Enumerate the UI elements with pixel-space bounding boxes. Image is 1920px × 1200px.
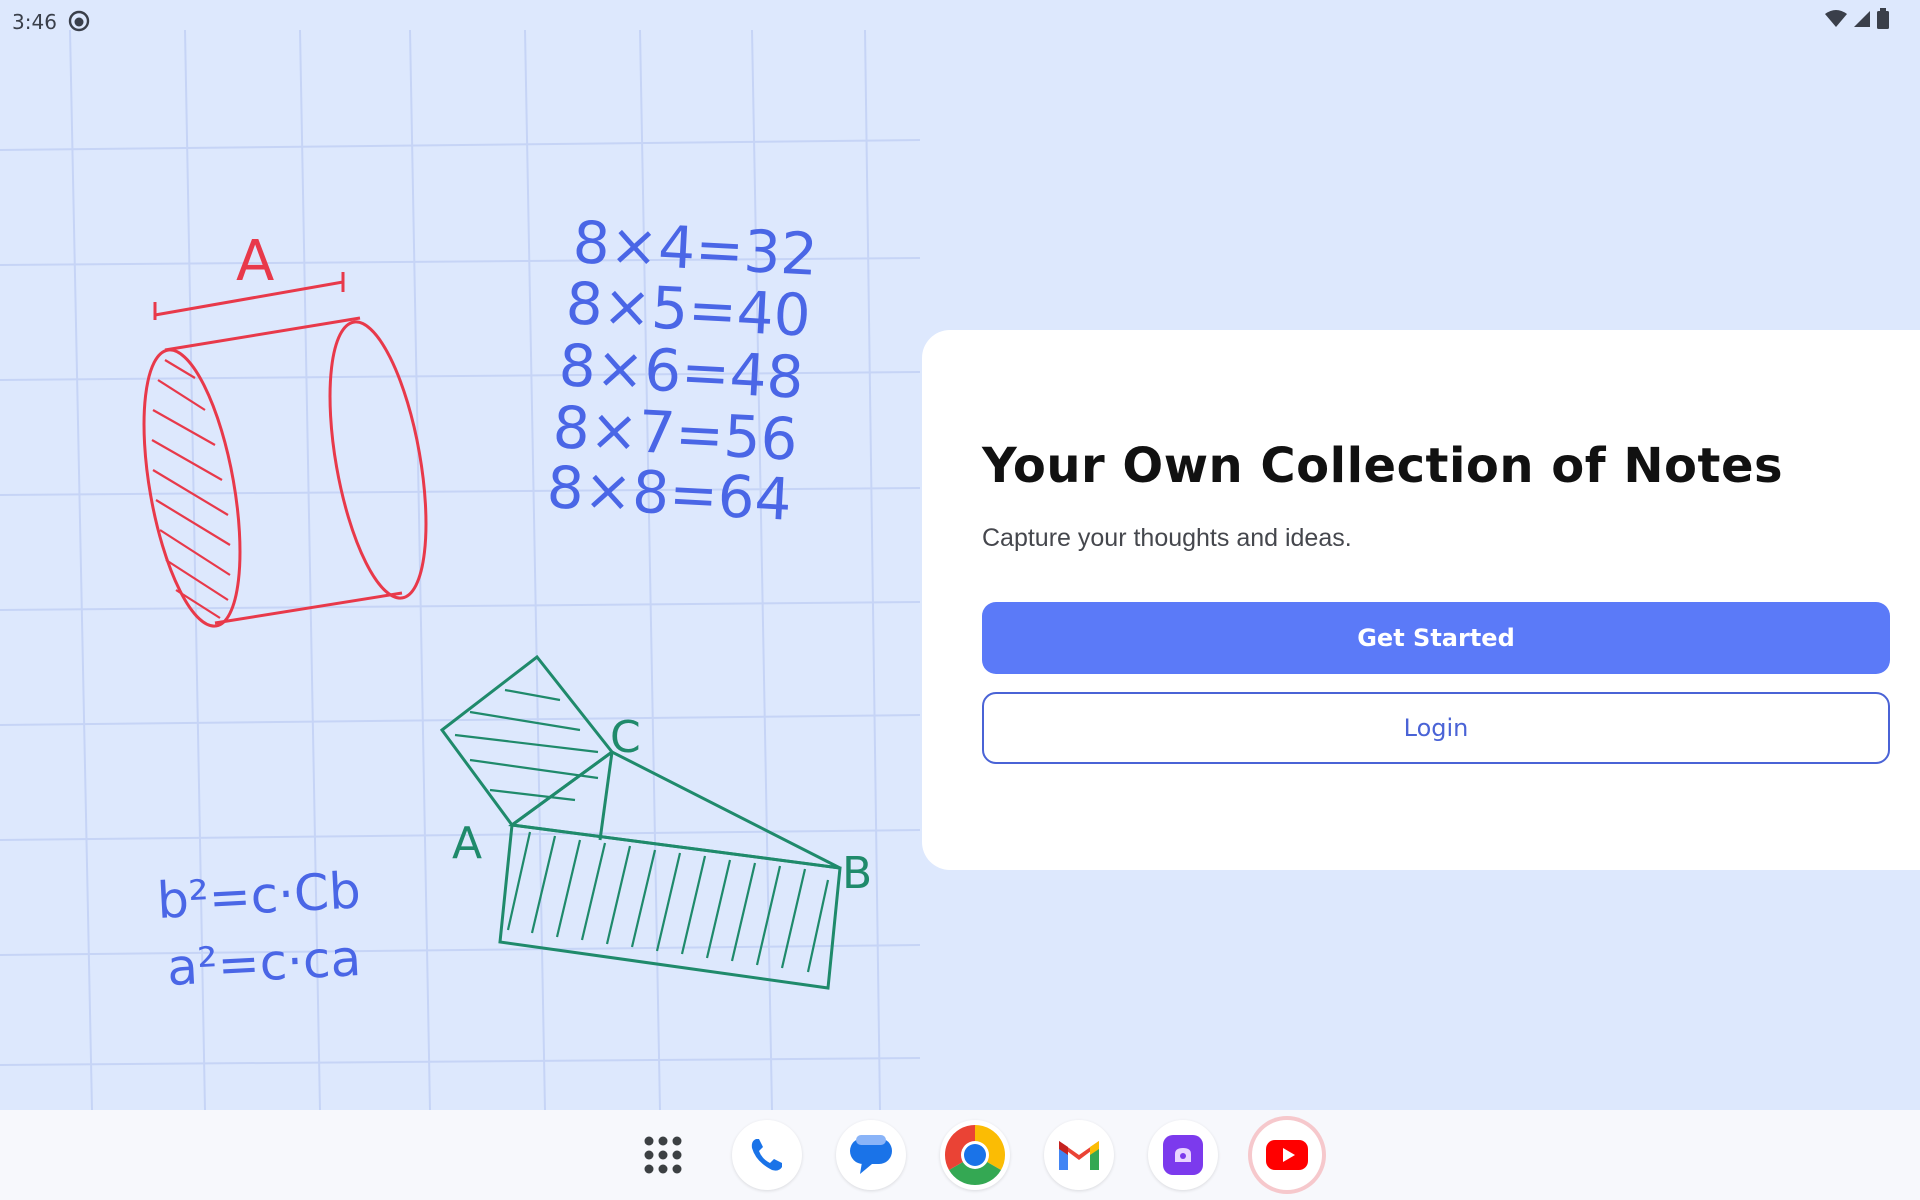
app-drawer-grid-icon [644, 1136, 682, 1174]
formula-a: a²=c·ca [166, 929, 363, 997]
youtube-icon[interactable] [1252, 1120, 1322, 1190]
onboarding-card: Your Own Collection of Notes Capture you… [922, 330, 1920, 870]
app-dock [628, 1120, 1322, 1190]
phone-handset-icon [751, 1139, 782, 1171]
notification-face-icon [68, 10, 90, 32]
login-button[interactable]: Login [982, 692, 1890, 764]
taskbar [0, 1110, 1920, 1200]
messages-icon[interactable] [836, 1120, 906, 1190]
formulas: b²=c·Cb a²=c·ca [156, 861, 363, 997]
vertex-a: A [452, 818, 482, 869]
vertex-c: C [610, 712, 641, 763]
notes-app-icon[interactable] [1148, 1120, 1218, 1190]
phone-icon[interactable] [732, 1120, 802, 1190]
chrome-logo-icon [944, 1125, 1006, 1186]
get-started-button[interactable]: Get Started [982, 602, 1890, 674]
gmail-logo-icon [1059, 1141, 1099, 1170]
vertex-b: B [842, 848, 872, 899]
formula-b: b²=c·Cb [156, 861, 362, 930]
status-icons [1824, 8, 1890, 30]
chrome-icon[interactable] [940, 1120, 1010, 1190]
grid-paper [0, 30, 920, 1110]
gmail-icon[interactable] [1044, 1120, 1114, 1190]
cylinder-drawing [142, 272, 428, 628]
hero-illustration: A 8×4=32 8×5=40 8×6=48 8×7=56 8×8=64 b²=… [0, 30, 920, 1110]
page-title: Your Own Collection of Notes [982, 438, 1784, 494]
notes-app-logo-icon [1163, 1135, 1203, 1175]
wifi-icon [1825, 10, 1847, 27]
app-drawer-icon[interactable] [628, 1120, 698, 1190]
geometry-drawing [439, 654, 842, 990]
multiplication-table: 8×4=32 8×5=40 8×6=48 8×7=56 8×8=64 [545, 208, 819, 534]
messages-bubble-icon [850, 1135, 892, 1174]
equation-5: 8×8=64 [545, 453, 793, 534]
signal-icon [1854, 11, 1870, 27]
battery-icon [1877, 8, 1889, 29]
page-subtitle: Capture your thoughts and ideas. [982, 524, 1352, 552]
label-a-top: A [236, 229, 274, 294]
youtube-logo-icon [1266, 1140, 1308, 1170]
